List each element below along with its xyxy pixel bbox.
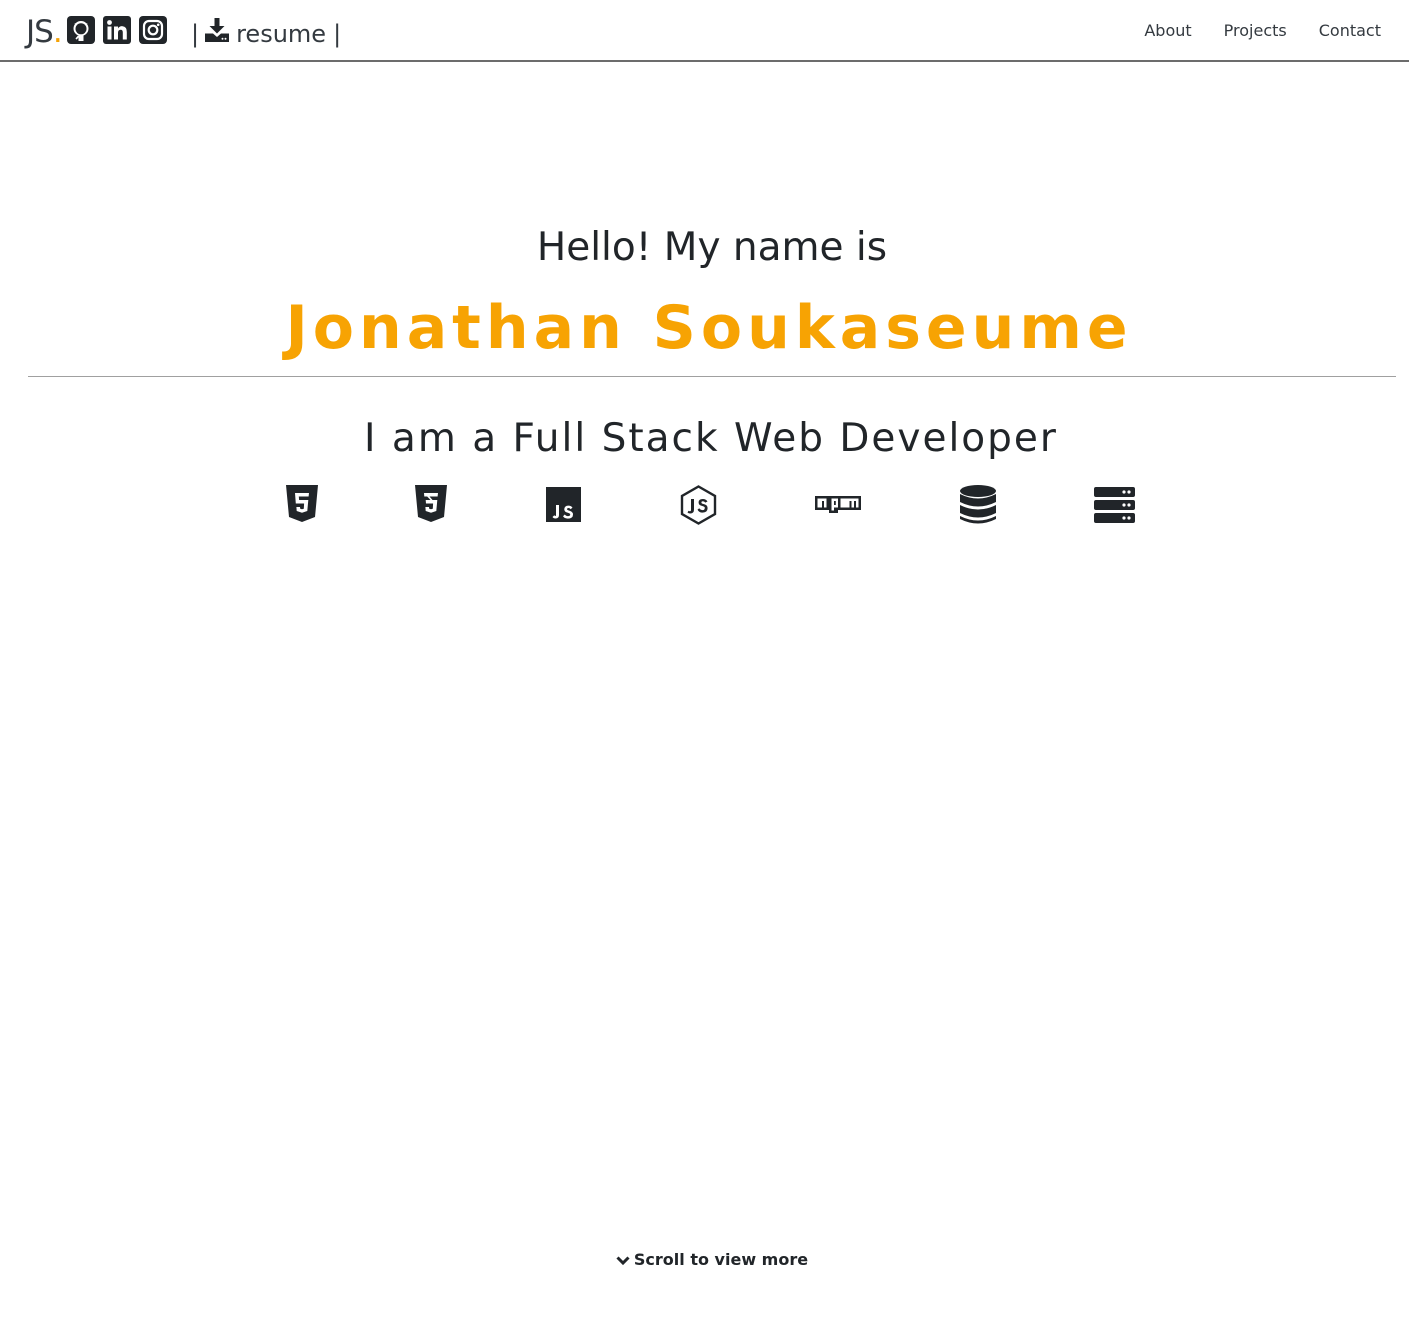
scroll-prompt[interactable]: Scroll to view more xyxy=(0,1249,1409,1272)
npm-icon xyxy=(815,496,861,516)
hero-name: Jonathan Soukaseume xyxy=(285,293,1133,363)
instagram-icon[interactable] xyxy=(139,16,167,44)
database-icon xyxy=(960,485,996,525)
linkedin-icon[interactable] xyxy=(103,16,131,44)
nav-link-projects[interactable]: Projects xyxy=(1224,20,1287,42)
resume-download-link[interactable]: | resume | xyxy=(191,18,341,50)
scroll-label: Scroll to view more xyxy=(633,1250,809,1269)
javascript-icon xyxy=(546,487,581,522)
html5-icon xyxy=(286,485,318,523)
hero-role: I am a Full Stack Web Developer xyxy=(364,416,1058,461)
brand-logo[interactable]: JS. xyxy=(26,14,63,50)
nav-link-about[interactable]: About xyxy=(1144,20,1191,42)
nav-link-contact[interactable]: Contact xyxy=(1319,20,1381,42)
brand-dot: . xyxy=(52,14,63,50)
hero-greeting: Hello! My name is xyxy=(536,225,888,270)
chevron-down-icon xyxy=(616,1250,630,1272)
navbar: JS. | resume | About Projects Contact xyxy=(0,0,1409,62)
resume-label: resume xyxy=(236,20,327,48)
github-icon[interactable] xyxy=(67,16,95,44)
resume-pipe-left: | xyxy=(191,20,200,48)
server-icon xyxy=(1094,487,1135,523)
brand-initials: JS xyxy=(26,14,54,50)
resume-pipe-right: | xyxy=(333,20,342,48)
nodejs-icon xyxy=(680,485,717,525)
download-icon xyxy=(205,18,230,50)
nav-links: About Projects Contact xyxy=(1144,20,1381,42)
hero-divider xyxy=(28,376,1396,377)
css3-icon xyxy=(415,485,447,523)
